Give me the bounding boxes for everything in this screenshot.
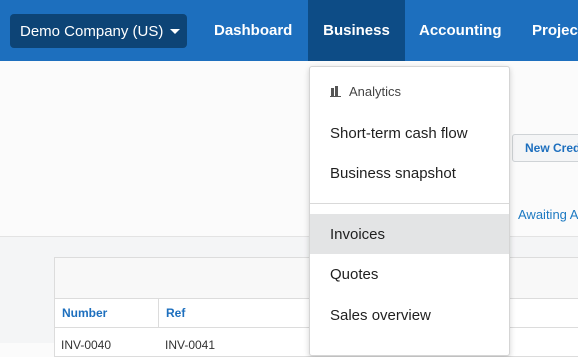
nav-projects[interactable]: Projec <box>532 0 578 61</box>
organization-name: Demo Company (US) <box>20 22 164 40</box>
menu-item-short-term-cash-flow[interactable]: Short-term cash flow <box>310 113 509 153</box>
tab-awaiting[interactable]: Awaiting A <box>518 207 578 222</box>
menu-item-sales-overview[interactable]: Sales overview <box>310 295 509 335</box>
menu-item-quotes[interactable]: Quotes <box>310 254 509 294</box>
menu-item-business-snapshot[interactable]: Business snapshot <box>310 153 509 193</box>
nav-business[interactable]: Business <box>308 0 405 61</box>
business-dropdown-menu: Analytics Short-term cash flow Business … <box>309 66 510 356</box>
caret-down-icon <box>170 28 181 34</box>
new-credit-note-button[interactable]: New Cred <box>512 134 578 162</box>
nav-dashboard[interactable]: Dashboard <box>214 0 292 61</box>
organization-switcher[interactable]: Demo Company (US) <box>10 14 187 48</box>
column-header-number[interactable]: Number <box>62 306 107 320</box>
top-navigation-bar: Demo Company (US) Dashboard Business Acc… <box>0 0 578 61</box>
menu-item-invoices[interactable]: Invoices <box>310 214 509 254</box>
cell-ref: INV-0041 <box>165 338 216 352</box>
nav-accounting[interactable]: Accounting <box>419 0 502 61</box>
column-divider <box>158 298 159 328</box>
menu-divider <box>310 203 509 204</box>
column-header-ref[interactable]: Ref <box>166 306 185 320</box>
bar-chart-icon <box>330 86 341 97</box>
analytics-section-label: Analytics <box>330 84 401 99</box>
cell-number[interactable]: INV-0040 <box>61 338 111 352</box>
analytics-label: Analytics <box>349 84 402 99</box>
